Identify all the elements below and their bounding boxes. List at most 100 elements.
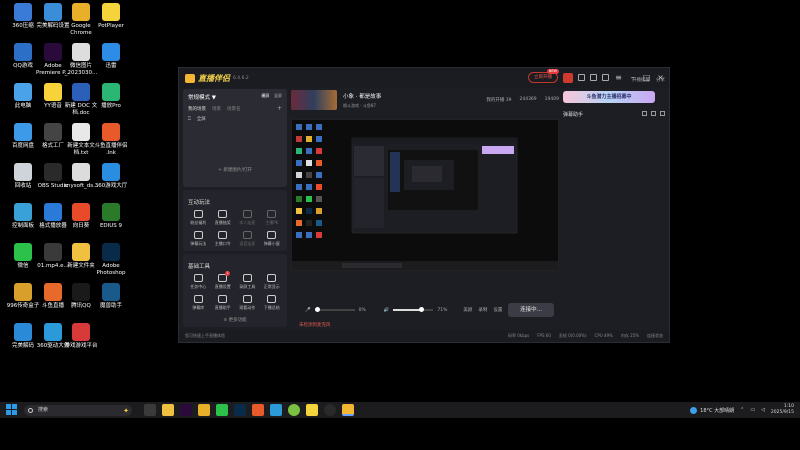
mode-dropdown[interactable]: 常规模式 ▼ <box>188 93 216 101</box>
interact-item[interactable]: 语音连麦 <box>235 231 260 247</box>
interact-item[interactable]: 弹幕小窗 <box>260 231 285 247</box>
interact-item[interactable]: 本人连麦 <box>235 210 260 226</box>
beauty-button[interactable]: 美颜 <box>463 307 472 313</box>
speaker-slider[interactable] <box>393 307 434 312</box>
tools-item[interactable]: 任务中心 <box>186 274 211 290</box>
speaker-icon[interactable]: 🔊 <box>384 308 390 313</box>
tab-landscape[interactable]: 横屏 <box>261 93 269 98</box>
tools-item[interactable]: 正常显示 <box>260 274 285 290</box>
preview-canvas[interactable] <box>291 119 559 271</box>
tools-item[interactable]: 弹幕库 <box>186 295 211 311</box>
tools-item[interactable]: 观看动作 <box>235 295 260 311</box>
tools-item-label: 下播总结 <box>263 305 280 310</box>
desktop-icon[interactable]: 魔兽助手 <box>92 280 130 318</box>
tools-item-icon <box>193 274 203 282</box>
interact-item-icon <box>193 231 203 239</box>
interact-item[interactable]: 粉丝福利 <box>186 210 211 226</box>
stream-title[interactable]: 小象 · 都是故事 <box>343 92 381 100</box>
app-logo: 直播伴侣 6.4.6.2 <box>185 73 249 84</box>
source-item[interactable]: ⎕ 全屏 <box>188 116 282 122</box>
danmu-filter-icon[interactable] <box>651 111 656 116</box>
stream-thumbnail[interactable] <box>291 90 337 110</box>
desktop-app-icon <box>102 83 120 101</box>
recruit-banner[interactable]: 斗鱼潜力主播招募中 <box>563 91 655 103</box>
stat-fans: 19409 <box>544 97 559 102</box>
tools-item[interactable]: 直播助手 <box>211 295 236 311</box>
tab-portrait[interactable]: 竖屏 <box>274 93 282 98</box>
go-live-button[interactable]: 立即开播 NEW <box>528 69 559 83</box>
live-companion-icon[interactable] <box>342 404 354 416</box>
desktop-icon[interactable]: 迅雷 <box>92 40 130 78</box>
taskbar-search[interactable]: 搜索 ✦ <box>24 404 132 416</box>
desktop-icon[interactable]: 播放Pro <box>92 80 130 118</box>
premiere-icon[interactable] <box>180 404 192 416</box>
network-icon[interactable]: ▭ <box>750 407 755 413</box>
tools-item[interactable]: 1 直播设置 <box>211 271 236 290</box>
tools-item-label: 正常显示 <box>263 284 280 289</box>
desktop-icon[interactable]: 360游戏大厅 <box>92 160 130 198</box>
more-functions-button[interactable]: ≡ 更多功能 <box>186 317 284 323</box>
speaker-value: 71% <box>437 307 448 313</box>
mic-slider[interactable] <box>314 307 355 312</box>
tools-item[interactable]: 录屏工具 <box>235 274 260 290</box>
desktop-app-icon <box>44 43 62 61</box>
add-scene-button[interactable]: + <box>277 105 282 112</box>
status-fps: FPS 60 <box>537 333 551 338</box>
interact-item[interactable]: 弹幕玩法 <box>186 231 211 247</box>
scene-tab-1[interactable]: 场景 <box>212 106 221 112</box>
settings-button[interactable]: 设置 <box>493 307 502 313</box>
preview-screen-capture <box>292 120 558 270</box>
status-hint[interactable]: 您可快速上手直播体验 <box>185 333 225 339</box>
wechat-icon[interactable] <box>216 404 228 416</box>
audio-bar: 🎤 0% 🔊 71% 美颜 录制 设置 连接中... <box>291 301 559 319</box>
tools-item-icon <box>242 274 252 282</box>
potplayer-icon[interactable] <box>306 404 318 416</box>
search-highlight-icon: ✦ <box>123 406 129 415</box>
interact-item[interactable]: 主播PK <box>260 210 285 226</box>
taskview-icon[interactable] <box>144 404 156 416</box>
desktop-icon[interactable]: 游戏游戏平台 <box>62 320 100 358</box>
new-badge: NEW <box>546 69 559 74</box>
douyu-icon[interactable] <box>252 404 264 416</box>
desktop-app-icon <box>72 163 90 181</box>
start-stream-button[interactable]: 连接中... <box>508 303 554 317</box>
desktop-app-icon <box>44 83 62 101</box>
desktop-icon[interactable]: EDIUS 9 <box>92 200 130 238</box>
360-icon[interactable] <box>270 404 282 416</box>
scene-tab-0[interactable]: 我的场景 <box>188 106 206 112</box>
search-placeholder: 搜索 <box>38 406 49 413</box>
interact-item[interactable]: 主播口令 <box>211 231 236 247</box>
explorer-icon[interactable] <box>162 404 174 416</box>
danmu-popout-icon[interactable] <box>660 111 665 116</box>
add-source-button[interactable]: + 新建图片/打开 <box>183 167 287 173</box>
desktop-app-icon <box>102 43 120 61</box>
desktop-app-icon <box>102 163 120 181</box>
desktop-icon[interactable]: PotPlayer <box>92 0 130 38</box>
photoshop-icon[interactable] <box>234 404 246 416</box>
status-drop: 丢帧 0(0.00%) <box>558 333 587 338</box>
interact-item[interactable]: 直播抽奖 <box>211 210 236 226</box>
notification-badge: 1 <box>225 271 231 276</box>
share-button[interactable]: 分享 <box>656 77 665 87</box>
open-live-reminder[interactable]: 开播提醒 <box>632 77 650 87</box>
weather-widget[interactable]: 18°C 大部晴朗 <box>690 406 735 414</box>
tray-chevron-icon[interactable]: ⌃ <box>740 407 744 413</box>
desktop-app-icon <box>14 83 32 101</box>
weather-text: 18°C 大部晴朗 <box>700 407 735 414</box>
scene-tab-2[interactable]: 场景名 <box>227 106 241 112</box>
interact-item-icon <box>193 210 203 218</box>
chrome-icon[interactable] <box>198 404 210 416</box>
obs-icon[interactable] <box>324 404 336 416</box>
windows-start-icon[interactable] <box>6 404 18 416</box>
app-version: 6.4.6.2 <box>233 76 249 81</box>
clock[interactable]: 1:10 2025/9/15 <box>771 404 794 416</box>
green-app-icon[interactable] <box>288 404 300 416</box>
volume-icon[interactable]: ◁ <box>761 407 765 413</box>
desktop-app-icon <box>102 123 120 141</box>
mic-icon[interactable]: 🎤 <box>305 308 311 313</box>
record-button[interactable]: 录制 <box>478 307 487 313</box>
desktop-icon[interactable]: 斗鱼直播伴侣 .lnk <box>92 120 130 158</box>
danmu-settings-icon[interactable] <box>642 111 647 116</box>
tools-item[interactable]: 下播总结 <box>260 295 285 311</box>
desktop-icon[interactable]: Adobe Photoshop <box>92 240 130 278</box>
